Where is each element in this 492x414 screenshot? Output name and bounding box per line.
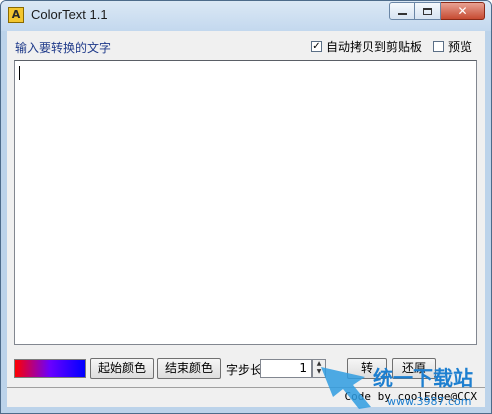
start-color-button[interactable]: 起始颜色: [90, 358, 154, 379]
text-input-area[interactable]: [14, 60, 477, 345]
minimize-button[interactable]: [389, 2, 415, 20]
app-window: A ColorText 1.1 ✕ 输入要转换的文字 ✓ 自动拷贝到剪贴板 预览: [0, 0, 492, 414]
auto-copy-checkbox[interactable]: ✓: [311, 41, 322, 52]
watermark-brand: 统一下载站: [373, 366, 473, 390]
watermark-logo: 统一下载站 www.3987.com: [321, 366, 473, 409]
maximize-button[interactable]: [415, 2, 441, 20]
minimize-icon: [397, 13, 407, 15]
gradient-preview-swatch: [14, 359, 86, 378]
end-color-button[interactable]: 结束颜色: [157, 358, 221, 379]
app-a-icon: A: [8, 7, 24, 23]
maximize-icon: [423, 7, 432, 15]
watermark-arrow-icon: [321, 367, 371, 409]
auto-copy-label[interactable]: 自动拷贝到剪贴板: [326, 38, 422, 55]
step-input[interactable]: 1: [260, 359, 312, 378]
window-title: ColorText 1.1: [31, 7, 108, 22]
close-button[interactable]: ✕: [441, 2, 485, 20]
text-caret: [19, 66, 20, 80]
preview-checkbox[interactable]: [433, 41, 444, 52]
close-icon: ✕: [457, 4, 468, 18]
window-controls: ✕: [389, 2, 485, 20]
preview-label[interactable]: 预览: [448, 38, 472, 55]
input-prompt-label: 输入要转换的文字: [15, 41, 112, 55]
auto-copy-checkbox-row[interactable]: ✓ 自动拷贝到剪贴板: [311, 38, 422, 55]
step-label: 字步长: [226, 363, 263, 377]
preview-checkbox-row[interactable]: 预览: [433, 38, 472, 55]
watermark-url: www.3987.com: [387, 395, 471, 408]
title-bar[interactable]: A ColorText 1.1 ✕: [1, 1, 491, 31]
